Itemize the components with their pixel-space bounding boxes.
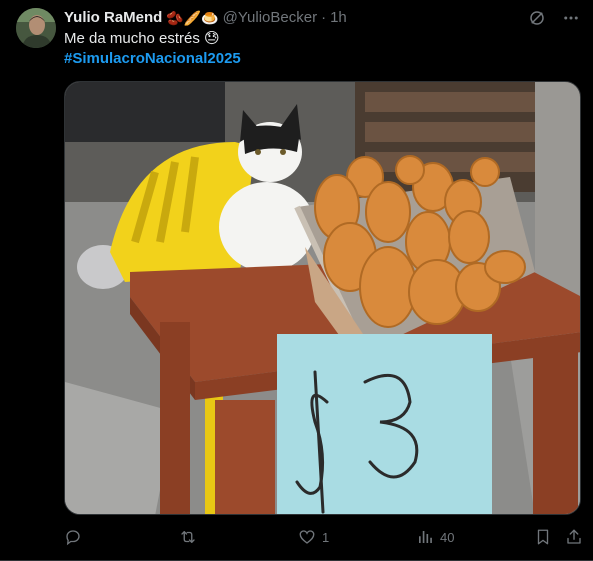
grok-icon[interactable] <box>527 8 547 28</box>
views-count: 40 <box>440 529 455 545</box>
hashtag-link[interactable]: #SimulacroNacional2025 <box>64 49 581 69</box>
like-count: 1 <box>322 529 330 545</box>
tweet-text: Me da mucho estrés 😓 #SimulacroNacional2… <box>64 29 581 69</box>
more-icon[interactable] <box>561 8 581 28</box>
name-emojis: 🫘🥖🍮 <box>166 10 219 26</box>
header-actions <box>527 8 581 28</box>
reply-button[interactable] <box>64 528 88 546</box>
tweet-actions: 1 40 <box>64 526 583 548</box>
photo-cat-bread <box>65 82 580 514</box>
display-name[interactable]: Yulio RaMend <box>64 8 162 28</box>
reply-icon <box>64 528 82 546</box>
tweet[interactable]: Yulio RaMend 🫘🥖🍮 @YulioBecker · 1h Me da… <box>0 0 593 561</box>
heart-icon <box>298 528 316 546</box>
views-button[interactable]: 40 <box>416 528 454 546</box>
retweet-icon <box>179 528 197 546</box>
avatar[interactable] <box>16 8 56 48</box>
timestamp[interactable]: 1h <box>330 8 347 28</box>
share-button[interactable] <box>565 528 583 546</box>
bookmark-button[interactable] <box>534 528 552 546</box>
tweet-text-line: Me da mucho estrés 😓 <box>64 30 220 47</box>
bookmark-icon <box>534 528 552 546</box>
like-button[interactable]: 1 <box>298 528 329 546</box>
retweet-button[interactable] <box>179 528 203 546</box>
separator-dot: · <box>321 9 327 26</box>
views-icon <box>416 528 434 546</box>
tweet-image[interactable] <box>64 81 581 515</box>
share-icon <box>565 528 583 546</box>
user-handle[interactable]: @YulioBecker <box>223 8 317 28</box>
tweet-header: Yulio RaMend 🫘🥖🍮 @YulioBecker · 1h <box>64 8 581 28</box>
